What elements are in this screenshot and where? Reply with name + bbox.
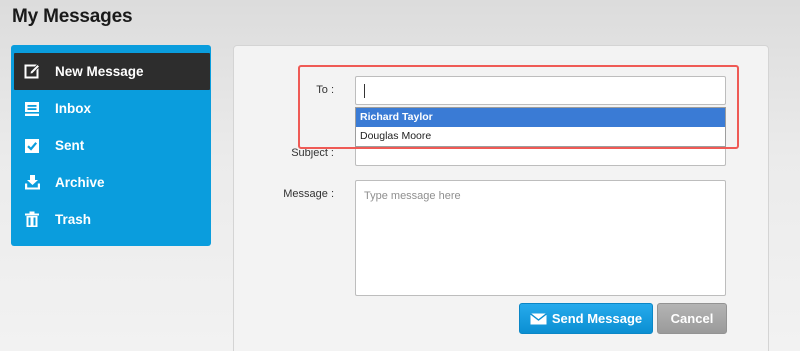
to-input[interactable] [355,76,726,105]
inbox-icon [23,100,41,118]
sidebar-item-inbox[interactable]: Inbox [11,90,211,127]
cancel-button[interactable]: Cancel [657,303,727,334]
sidebar-item-label: Trash [55,212,92,227]
compose-icon [23,63,41,81]
sidebar-item-label: Inbox [55,101,91,116]
sidebar-nav: New Message Inbox Sent Archive Trash [11,45,211,246]
cancel-label: Cancel [670,311,714,326]
sidebar-item-label: Sent [55,138,85,153]
sidebar-item-archive[interactable]: Archive [11,164,211,201]
compose-panel: To : Richard Taylor Douglas Moore Subjec… [233,45,769,351]
send-message-label: Send Message [551,311,643,326]
sidebar-item-trash[interactable]: Trash [11,201,211,238]
page-title: My Messages [12,6,133,27]
message-textarea[interactable]: Type message here [355,180,726,296]
sent-check-icon [23,137,41,155]
sidebar-item-label: New Message [55,64,144,79]
archive-download-icon [23,174,41,192]
envelope-icon [529,312,547,325]
to-label: To : [316,84,334,96]
message-placeholder: Type message here [364,190,461,202]
sidebar-item-new-message[interactable]: New Message [14,53,210,90]
subject-input[interactable] [355,148,726,166]
sidebar-item-sent[interactable]: Sent [11,127,211,164]
subject-label: Subject : [291,147,334,159]
suggestion-richard-taylor[interactable]: Richard Taylor [356,108,725,127]
message-label: Message : [283,188,334,200]
suggestion-douglas-moore[interactable]: Douglas Moore [356,127,725,146]
sidebar-item-label: Archive [55,175,105,190]
trash-icon [23,211,41,229]
send-message-button[interactable]: Send Message [519,303,653,334]
text-caret [364,83,365,98]
recipient-suggestions: Richard Taylor Douglas Moore [355,107,726,147]
